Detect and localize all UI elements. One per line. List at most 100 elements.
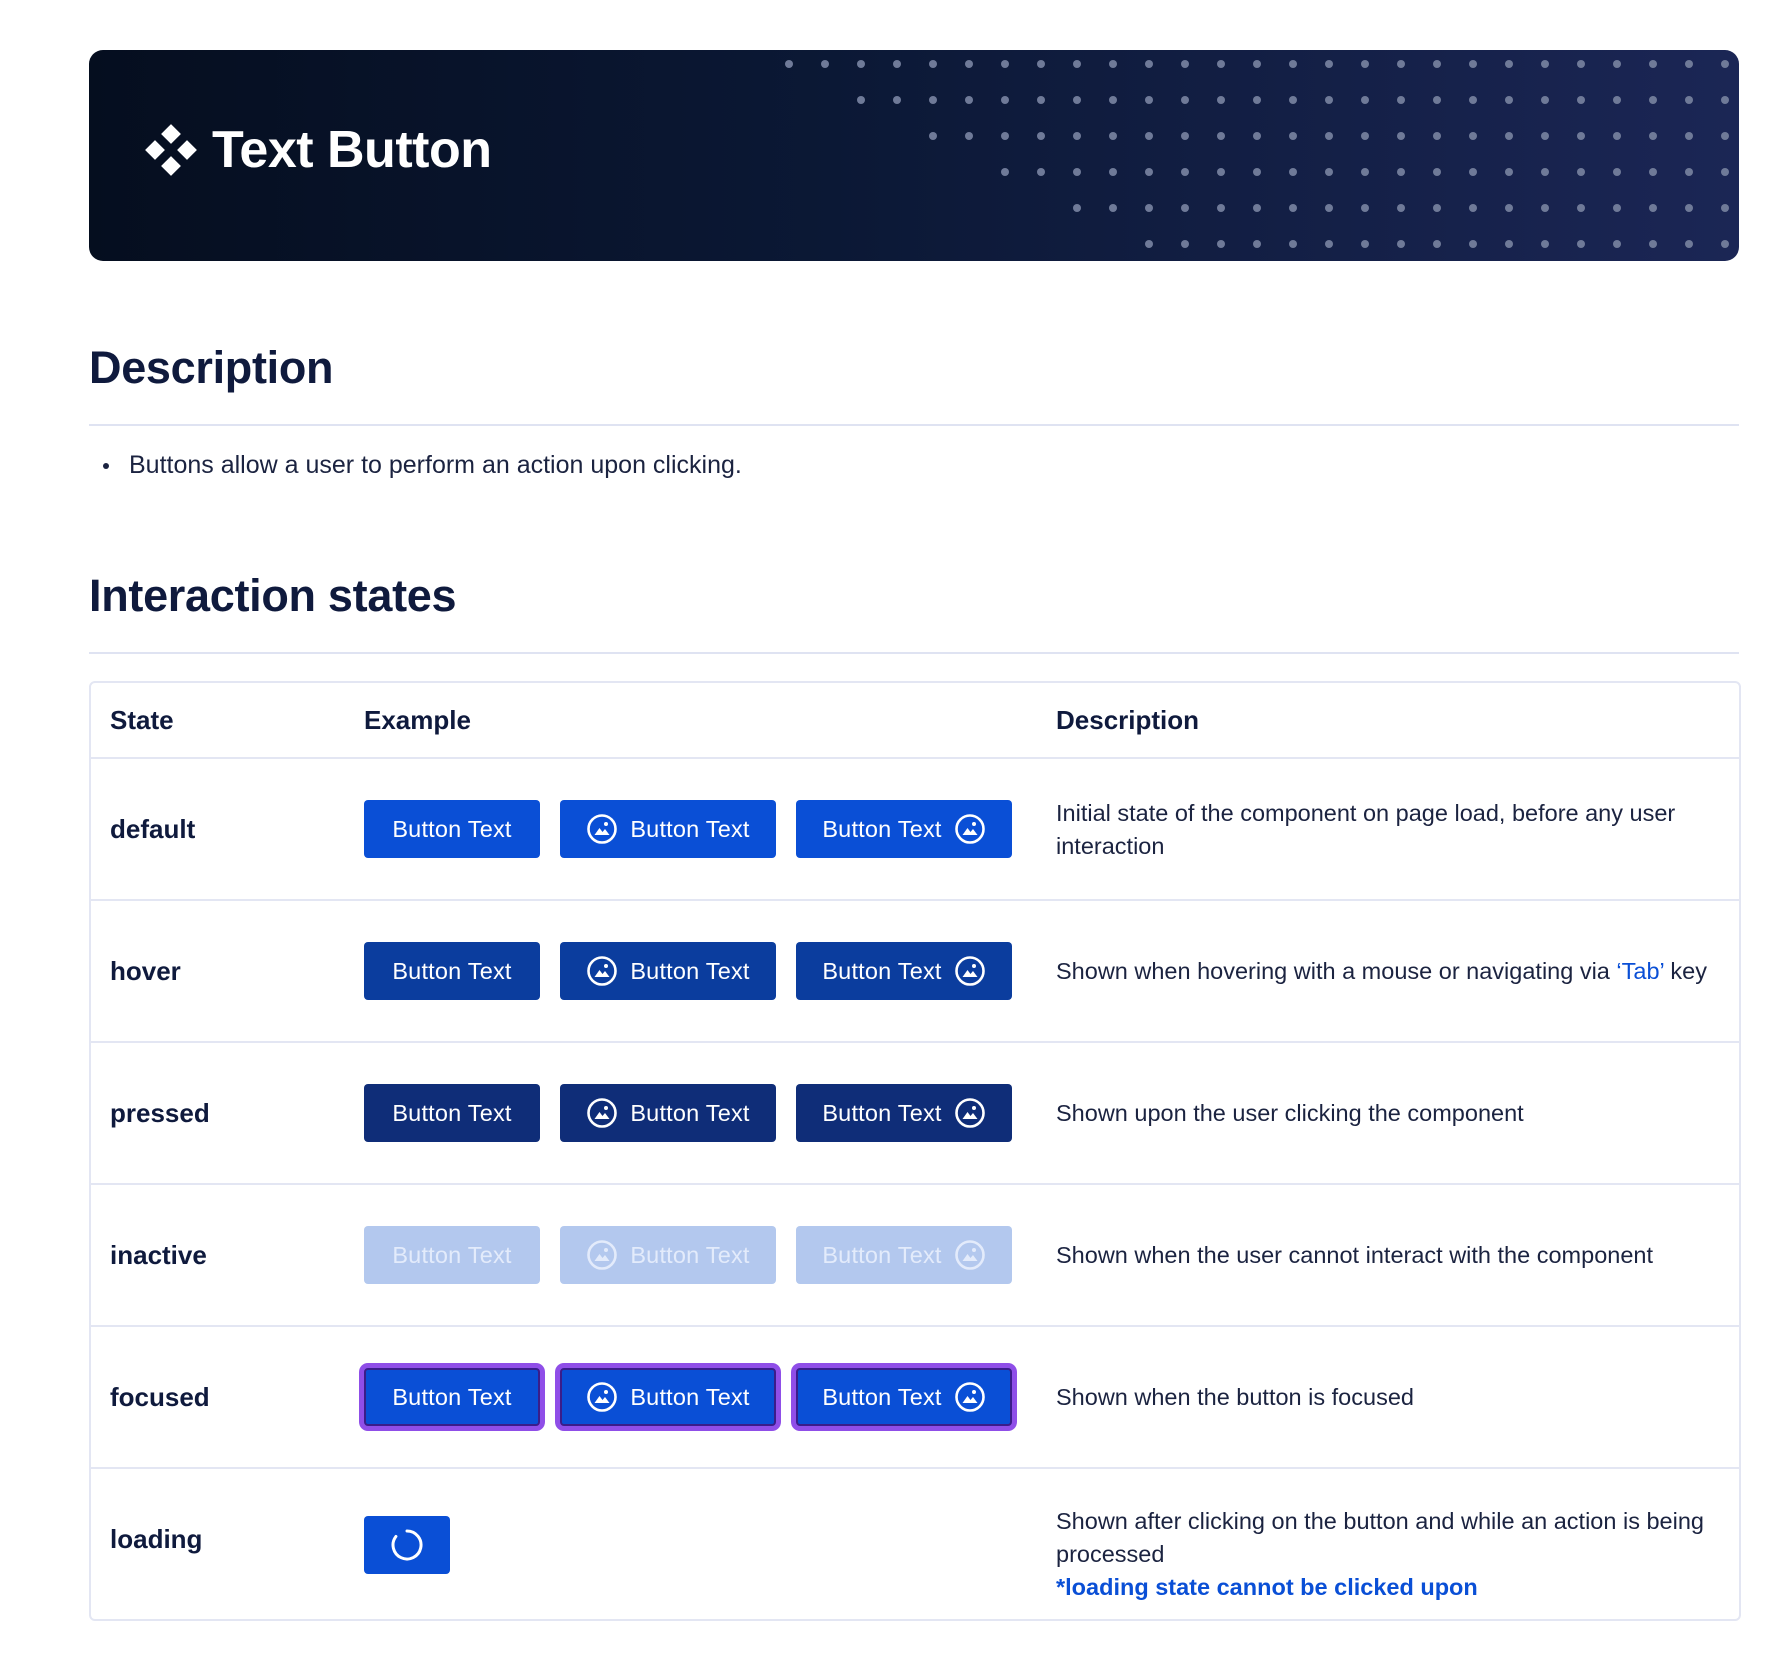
pattern-dot	[1721, 60, 1729, 68]
pattern-dot	[1361, 240, 1369, 248]
pattern-dot	[1361, 168, 1369, 176]
pattern-dot	[1685, 204, 1693, 212]
interaction-states-heading: Interaction states	[89, 570, 457, 621]
pattern-dot	[1721, 132, 1729, 140]
tab-key-highlight: ‘Tab’	[1616, 958, 1664, 984]
button-label: Button Text	[630, 815, 750, 842]
pattern-dot	[1613, 96, 1621, 104]
pattern-dot	[1433, 96, 1441, 104]
pattern-dot	[1361, 132, 1369, 140]
pattern-dot	[1073, 132, 1081, 140]
text-button[interactable]: Button Text	[364, 942, 540, 1000]
pattern-dot	[1577, 240, 1585, 248]
button-label: Button Text	[392, 957, 512, 984]
loading-button	[364, 1516, 450, 1574]
pattern-dot	[1145, 132, 1153, 140]
pattern-dot	[1469, 168, 1477, 176]
button-label: Button Text	[822, 957, 942, 984]
button-label: Button Text	[392, 815, 512, 842]
button-label: Button Text	[822, 1099, 942, 1126]
column-header-example: Example	[364, 705, 471, 735]
image-circle-icon	[954, 1240, 985, 1270]
text-button[interactable]: Button Text	[364, 1368, 540, 1426]
pattern-dot	[1037, 60, 1045, 68]
pattern-dot	[929, 60, 937, 68]
page-title-text: Text Button	[212, 121, 492, 179]
pattern-dot	[965, 60, 973, 68]
image-circle-icon	[587, 1382, 618, 1412]
pattern-dot	[1541, 132, 1549, 140]
bullet-dot	[103, 462, 109, 469]
pattern-dot	[1721, 204, 1729, 212]
icon-right-text-button[interactable]: Button Text	[796, 942, 1012, 1000]
pattern-dot	[1397, 96, 1405, 104]
icon-left-text-button[interactable]: Button Text	[560, 942, 776, 1000]
pattern-dot	[1613, 240, 1621, 248]
pattern-dot	[1433, 204, 1441, 212]
states-table: State Example Description default Button…	[89, 681, 1741, 1621]
icon-right-text-button[interactable]: Button Text	[796, 800, 1012, 858]
button-label: Button Text	[392, 1099, 512, 1126]
text-button[interactable]: Button Text	[364, 1084, 540, 1142]
pattern-dot	[1181, 204, 1189, 212]
pattern-dot	[1289, 132, 1297, 140]
pattern-dot	[1145, 204, 1153, 212]
pattern-dot	[1397, 240, 1405, 248]
state-label: hover	[110, 956, 181, 986]
pattern-dot	[1325, 240, 1333, 248]
pattern-dot	[1649, 96, 1657, 104]
icon-right-text-button: Button Text	[796, 1226, 1012, 1284]
pattern-dot	[1613, 168, 1621, 176]
pattern-dot	[1001, 60, 1009, 68]
pattern-dot	[1181, 168, 1189, 176]
pattern-dot	[1649, 132, 1657, 140]
button-label: Button Text	[630, 1241, 750, 1268]
icon-right-text-button[interactable]: Button Text	[796, 1084, 1012, 1142]
pattern-dot	[1325, 60, 1333, 68]
pattern-dot	[1649, 204, 1657, 212]
button-label: Button Text	[822, 815, 942, 842]
pattern-dot	[893, 96, 901, 104]
pattern-dot	[965, 132, 973, 140]
text-button[interactable]: Button Text	[364, 800, 540, 858]
state-label: default	[110, 814, 196, 844]
pattern-dot	[1145, 240, 1153, 248]
image-circle-icon	[954, 814, 985, 844]
divider	[89, 652, 1739, 654]
pattern-dot	[1253, 240, 1261, 248]
pattern-dot	[1469, 60, 1477, 68]
pattern-dot	[1505, 132, 1513, 140]
pattern-dot	[1253, 168, 1261, 176]
pattern-dot	[1289, 60, 1297, 68]
pattern-dot	[1613, 204, 1621, 212]
icon-left-text-button[interactable]: Button Text	[560, 1368, 776, 1426]
icon-left-text-button[interactable]: Button Text	[560, 1084, 776, 1142]
pattern-dot	[1721, 240, 1729, 248]
image-circle-icon	[954, 956, 985, 986]
list-item-text: Buttons allow a user to perform an actio…	[129, 451, 742, 479]
icon-right-text-button[interactable]: Button Text	[796, 1368, 1012, 1426]
pattern-dot	[1505, 168, 1513, 176]
icon-left-text-button[interactable]: Button Text	[560, 800, 776, 858]
divider	[89, 424, 1739, 426]
pattern-dot	[1109, 96, 1117, 104]
table-row: pressed Button Text Button Text Button T…	[91, 1041, 1739, 1185]
pattern-dot	[1217, 96, 1225, 104]
pattern-dot	[1397, 204, 1405, 212]
state-description: Shown after clicking on the button and w…	[1056, 1505, 1726, 1604]
pattern-dot	[929, 96, 937, 104]
image-circle-icon	[954, 1098, 985, 1128]
button-label: Button Text	[822, 1241, 942, 1268]
pattern-dot	[1181, 132, 1189, 140]
pattern-dot	[1037, 132, 1045, 140]
pattern-dot	[1433, 240, 1441, 248]
pattern-dot	[1217, 132, 1225, 140]
table-row: default Button Text Button Text Button T…	[91, 757, 1739, 901]
header-banner: Text Button	[89, 50, 1739, 261]
description-heading: Description	[89, 342, 334, 393]
pattern-dot	[1397, 168, 1405, 176]
image-circle-icon	[587, 1098, 618, 1128]
state-description: Shown when hovering with a mouse or navi…	[1056, 955, 1726, 988]
pattern-dot	[1541, 204, 1549, 212]
image-circle-icon	[587, 814, 618, 844]
